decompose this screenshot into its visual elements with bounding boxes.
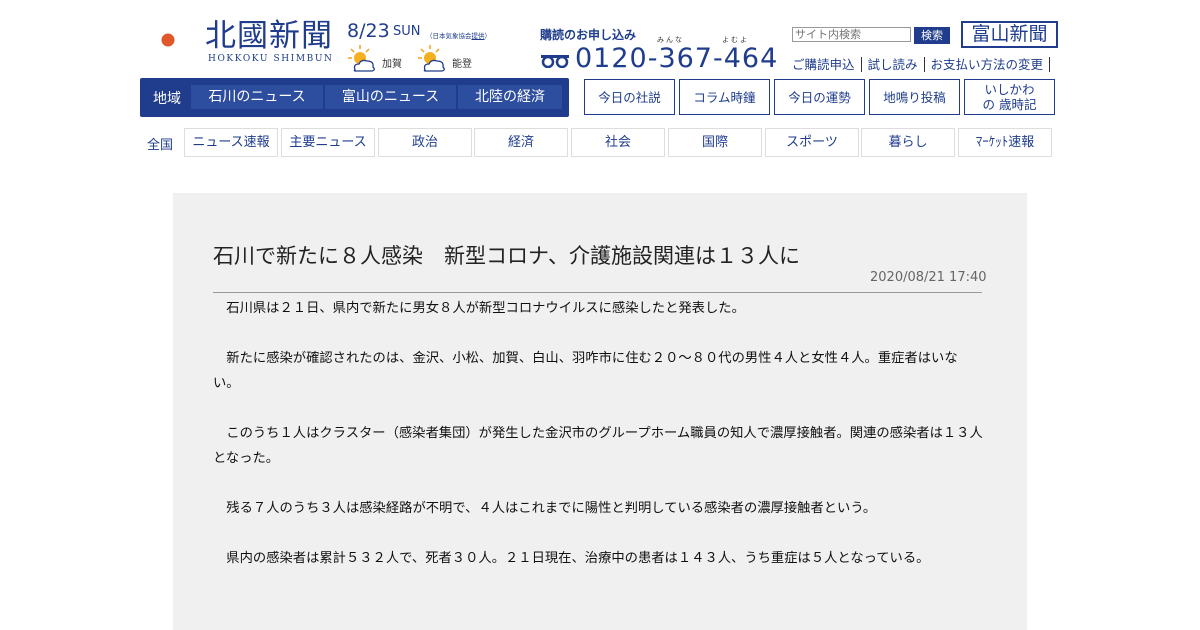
payment-change-link[interactable]: お支払い方法の変更: [925, 57, 1051, 72]
site-logo-subtitle: HOKKOKU SHIMBUN: [208, 54, 334, 64]
hokkoku-logo-mark[interactable]: [140, 16, 198, 64]
cat-sports[interactable]: スポーツ: [765, 128, 859, 157]
weather-region-noto: 能登: [452, 59, 472, 70]
trial-link[interactable]: 試し読み: [862, 57, 925, 72]
sunny-cloudy-icon[interactable]: [347, 44, 377, 74]
cat-economy[interactable]: 経済: [474, 128, 568, 157]
cat-society[interactable]: 社会: [571, 128, 665, 157]
weather-date: 8/23: [347, 20, 390, 42]
search-button[interactable]: 検索: [914, 27, 950, 44]
nav-editorial[interactable]: 今日の社説: [584, 79, 675, 115]
subscription-links: ご購読申込 試し読み お支払い方法の変更: [786, 57, 1051, 72]
cat-news-flash[interactable]: ニュース速報: [184, 128, 278, 157]
nav-column-jisho[interactable]: コラム時鐘: [679, 79, 770, 115]
region-nav-label: 地域: [153, 91, 181, 107]
cat-politics[interactable]: 政治: [378, 128, 472, 157]
article-body: 石川県は２１日、県内で新たに男女８人が新型コロナウイルスに感染したと発表した。 …: [213, 296, 984, 596]
cat-market-flash[interactable]: ﾏｰｹｯﾄ速報: [958, 128, 1052, 157]
weather-provider-link[interactable]: 提供: [472, 32, 485, 40]
cat-lifestyle[interactable]: 暮らし: [861, 128, 955, 157]
subscription-phone[interactable]: 0120-367-464: [575, 44, 778, 74]
weather-region-kaga: 加賀: [382, 59, 402, 70]
nav-ishikawa-saijiki[interactable]: いしかわの 歳時記: [964, 79, 1055, 115]
tab-hokuriku-economy[interactable]: 北陸の経済: [458, 85, 562, 109]
article-paragraph: 残る７人のうち３人は感染経路が不明で、４人はこれまでに陽性と判明している感染者の…: [226, 501, 877, 516]
weather-day: SUN: [393, 24, 421, 39]
nav-fortune[interactable]: 今日の運勢: [774, 79, 865, 115]
article-title: 石川で新たに８人感染 新型コロナ、介護施設関連は１３人に: [213, 244, 800, 268]
search-input[interactable]: [792, 27, 911, 42]
article-paragraph: 県内の感染者は累計５３２人で、死者３０人。２１日現在、治療中の患者は１４３人、う…: [226, 551, 930, 566]
article-paragraph: 新たに感染が確認されたのは、金沢、小松、加賀、白山、羽咋市に住む２０～８０代の男…: [213, 351, 958, 391]
article-paragraph: 石川県は２１日、県内で新たに男女８人が新型コロナウイルスに感染したと発表した。: [226, 301, 745, 316]
cat-international[interactable]: 国際: [668, 128, 762, 157]
free-dial-icon: [541, 55, 569, 68]
tab-ishikawa-news[interactable]: 石川のニュース: [191, 85, 323, 109]
site-logo-title[interactable]: 北國新聞: [205, 18, 333, 54]
subscribe-link[interactable]: ご購読申込: [786, 57, 862, 72]
article-divider: [213, 292, 982, 293]
tab-toyama-news[interactable]: 富山のニュース: [325, 85, 456, 109]
nav-saijiki-label: いしかわの 歳時記: [982, 82, 1037, 112]
nav-reader-posts[interactable]: 地鳴り投稿: [869, 79, 960, 115]
weather-provider: （日本気象協会提供）: [426, 32, 491, 40]
article-date: 2020/08/21 17:40: [870, 270, 987, 285]
toyama-shimbun-logo[interactable]: 富山新聞: [961, 21, 1058, 48]
category-nav-label: 全国: [147, 138, 174, 153]
sunny-cloudy-icon[interactable]: [417, 44, 447, 74]
article-paragraph: このうち１人はクラスター（感染者集団）が発生した金沢市のグループホーム職員の知人…: [213, 426, 983, 466]
cat-top-news[interactable]: 主要ニュース: [281, 128, 375, 157]
subscription-title[interactable]: 購読のお申し込み: [540, 26, 636, 43]
